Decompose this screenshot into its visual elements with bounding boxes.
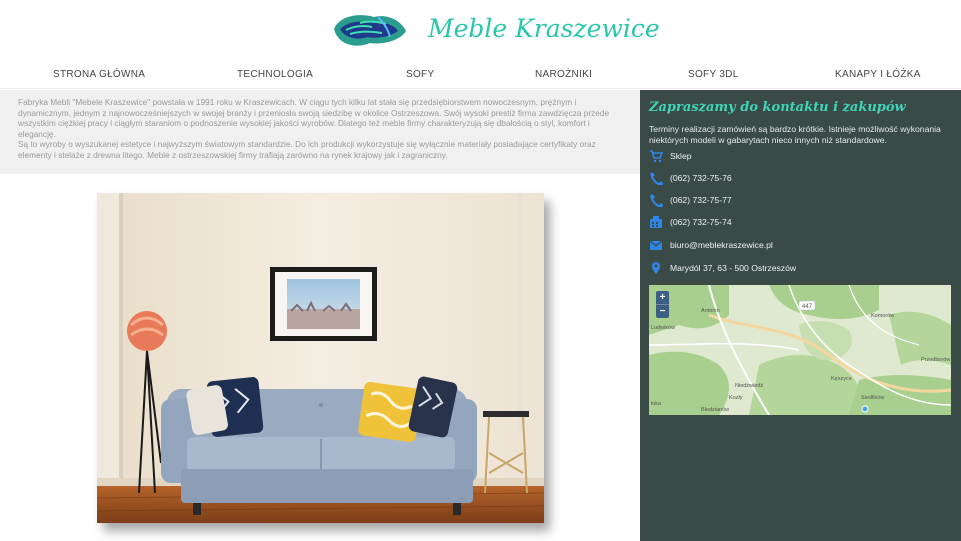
- brand-name[interactable]: Meble Kraszewice: [428, 14, 660, 43]
- map-place-label: Ludwików: [651, 325, 675, 331]
- map-marker-icon: [861, 405, 869, 413]
- hero-photo: [97, 193, 544, 523]
- contact-address[interactable]: Marydól 37, 63 - 500 Ostrzeszów: [649, 260, 796, 276]
- contact-address-text: Marydól 37, 63 - 500 Ostrzeszów: [670, 263, 797, 273]
- nav-item-technology[interactable]: TECHNOLOGIA: [237, 69, 313, 80]
- main-nav: STRONA GŁÓWNA TECHNOLOGIA SOFY NAROŻNIKI…: [0, 62, 961, 89]
- map-zoom-out-button[interactable]: −: [656, 304, 669, 318]
- intro-text: Fabryka Mebli "Mebele Kraszewice" powsta…: [18, 97, 610, 160]
- map-place-label: łoka: [651, 401, 662, 407]
- contact-sidebar: Zapraszamy do kontaktu i zakupów Terminy…: [640, 90, 961, 541]
- map-place-label: Kozły: [729, 395, 743, 401]
- contact-phone-2[interactable]: (062) 732-75-77: [649, 192, 732, 208]
- contact-fax-number: (062) 732-75-74: [670, 217, 732, 227]
- cart-icon: [650, 150, 663, 163]
- sofa-room-image: [97, 193, 544, 523]
- map-zoom-controls: + −: [656, 291, 669, 318]
- contact-fax[interactable]: (062) 732-75-74: [649, 214, 732, 230]
- sidebar-text: Terminy realizacji zamówień są bardzo kr…: [649, 124, 941, 145]
- nav-item-corner-sofas[interactable]: NAROŻNIKI: [535, 69, 592, 80]
- contact-email-address: biuro@meblekraszewice.pl: [670, 240, 773, 250]
- map-zoom-in-button[interactable]: +: [656, 291, 669, 304]
- map-pin-icon: [652, 262, 660, 274]
- map-tiles: 447 Antonin Komorów Ludwików Przedborów …: [649, 285, 951, 415]
- logo-icon[interactable]: [330, 11, 408, 51]
- sidebar-title: Zapraszamy do kontaktu i zakupów: [649, 100, 906, 115]
- intro-section: Fabryka Mebli "Mebele Kraszewice" powsta…: [0, 90, 640, 174]
- map-place-label: Siedlików: [861, 395, 884, 401]
- map-place-label: Kęszyce: [831, 376, 852, 382]
- phone-icon: [650, 172, 663, 185]
- site-header: Meble Kraszewice: [0, 0, 961, 62]
- nav-item-sofas-3dl[interactable]: SOFY 3DL: [688, 69, 739, 80]
- contact-phone-1[interactable]: (062) 732-75-76: [649, 170, 732, 186]
- fax-icon: [650, 216, 662, 228]
- map-place-label: Antonin: [701, 308, 720, 314]
- map-road-label: 447: [802, 304, 813, 310]
- nav-item-home[interactable]: STRONA GŁÓWNA: [53, 69, 145, 80]
- location-map[interactable]: 447 Antonin Komorów Ludwików Przedborów …: [649, 285, 951, 415]
- map-place-label: Niedźwiedź: [735, 383, 763, 389]
- contact-phone-1-number: (062) 732-75-76: [670, 173, 732, 183]
- map-place-label: Bledzianów: [701, 407, 729, 413]
- phone-icon: [650, 194, 663, 207]
- map-place-label: Komorów: [871, 313, 894, 319]
- envelope-icon: [649, 240, 663, 250]
- contact-phone-2-number: (062) 732-75-77: [670, 195, 732, 205]
- contact-email[interactable]: biuro@meblekraszewice.pl: [649, 237, 773, 253]
- nav-item-sofas[interactable]: SOFY: [406, 69, 434, 80]
- map-place-label: Przedborów: [921, 357, 950, 363]
- nav-item-couches-beds[interactable]: KANAPY I ŁÓŻKA: [835, 69, 921, 80]
- contact-shop-label: Sklep: [670, 151, 692, 161]
- contact-shop[interactable]: Sklep: [649, 148, 692, 164]
